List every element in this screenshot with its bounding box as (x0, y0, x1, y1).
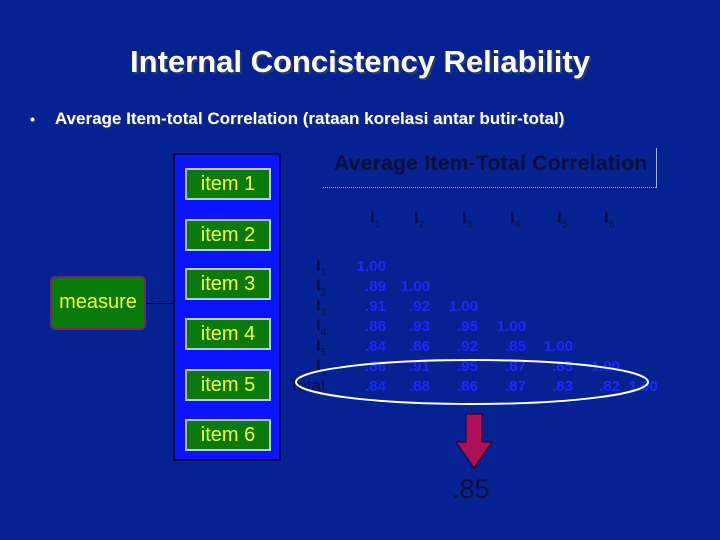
total-row-highlight (295, 359, 649, 405)
average-result: .85 (452, 474, 490, 504)
arrow-down-icon (455, 413, 493, 470)
highlight-ellipse (295, 359, 649, 405)
